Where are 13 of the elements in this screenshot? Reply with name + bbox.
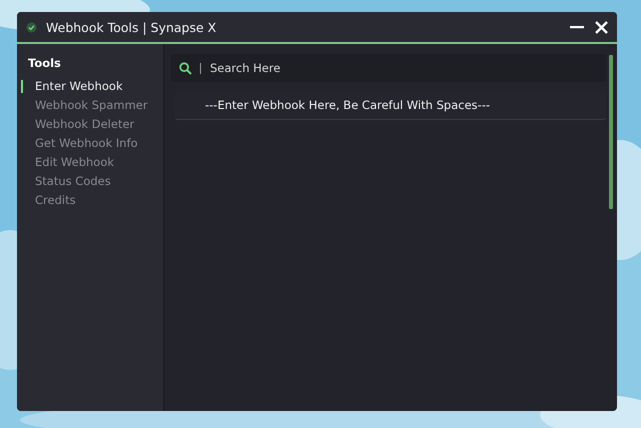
sidebar-item[interactable]: Status Codes xyxy=(17,172,163,191)
window-title: Webhook Tools | Synapse X xyxy=(46,20,218,34)
sidebar-item[interactable]: Webhook Spammer xyxy=(17,96,163,115)
search-icon xyxy=(179,62,192,75)
close-icon[interactable] xyxy=(594,20,609,34)
sidebar-item[interactable]: Get Webhook Info xyxy=(17,134,163,153)
search-field[interactable]: Search Here xyxy=(171,54,606,82)
sidebar-item[interactable]: Credits xyxy=(17,191,163,210)
scrollbar[interactable] xyxy=(609,55,613,209)
sidebar-heading: Tools xyxy=(28,56,62,70)
sidebar-item[interactable]: Enter Webhook xyxy=(17,77,163,96)
sidebar-item[interactable]: Edit Webhook xyxy=(17,153,163,172)
sidebar-item[interactable]: Webhook Deleter xyxy=(17,115,163,134)
